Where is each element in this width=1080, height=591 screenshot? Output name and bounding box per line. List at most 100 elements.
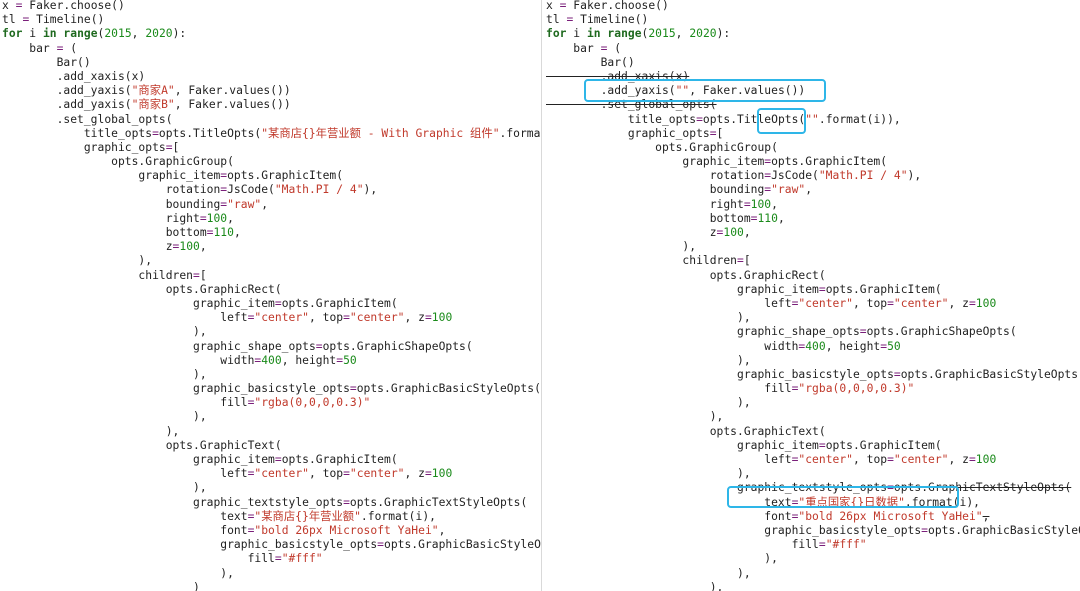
code-token: , top <box>852 453 888 466</box>
code-token: graphic_basicstyle_opts <box>546 367 894 381</box>
code-token: = <box>274 552 282 566</box>
code-line: font="bold 26px Microsoft YaHei", <box>2 524 541 538</box>
code-token: left <box>2 467 248 481</box>
code-token: 50 <box>887 339 901 353</box>
code-token: range <box>607 27 642 41</box>
code-line: bottom=110, <box>2 226 541 240</box>
code-token: graphic_basicstyle_opts <box>2 538 378 552</box>
code-token: , top <box>308 311 344 325</box>
code-line: graphic_basicstyle_opts=opts.GraphicBasi… <box>546 368 1080 382</box>
code-token: .set_global_opts( <box>546 98 717 112</box>
code-line: graphic_opts=[ <box>2 141 541 155</box>
code-token: ( <box>607 41 622 55</box>
code-token: Faker.choose() <box>566 0 669 12</box>
code-token: ), <box>2 410 207 424</box>
code-line: ) <box>2 580 541 591</box>
code-line: text="重点国家{}日数据".format(i), <box>546 496 1080 510</box>
code-token: ), <box>546 552 778 566</box>
code-line: graphic_item=opts.GraphicItem( <box>546 439 1080 453</box>
code-token: children <box>546 254 737 268</box>
code-line: ), <box>2 410 541 424</box>
code-token: "center" <box>349 311 405 325</box>
code-line: right=100, <box>546 198 1080 212</box>
code-token: = <box>968 453 976 466</box>
code-token: fill <box>546 538 819 552</box>
code-token: ), <box>546 580 724 591</box>
code-token: 2020 <box>145 27 173 41</box>
code-token: ), <box>546 240 697 254</box>
code-token: , top <box>852 296 888 310</box>
code-line: ), <box>2 566 541 581</box>
code-line: ), <box>546 410 1080 424</box>
code-token: x <box>546 0 560 12</box>
code-token: 100 <box>975 296 997 310</box>
code-token: , z <box>404 311 425 325</box>
code-token: , <box>199 240 207 254</box>
code-line: width=400, height=50 <box>546 340 1080 354</box>
code-token: = <box>274 453 282 466</box>
code-token: 2015 <box>648 27 676 41</box>
code-token: opts.TitleOpts( <box>158 126 262 140</box>
code-token: = <box>152 126 159 140</box>
code-token: [ <box>716 126 724 140</box>
code-token: .format(i), <box>360 509 436 523</box>
code-token: 110 <box>757 211 778 225</box>
code-token: "rgba(0,0,0,0.3)" <box>254 396 371 410</box>
code-line: ), <box>546 240 1080 254</box>
code-token: 100 <box>431 467 453 481</box>
code-line: opts.GraphicGroup( <box>2 155 541 169</box>
code-line: for i in range(2015, 2020): <box>546 27 1080 41</box>
code-token: , <box>261 197 269 211</box>
code-token: z <box>2 240 173 254</box>
code-token: = <box>743 197 751 211</box>
code-token: for <box>546 27 567 41</box>
code-token: .add_yaxis( <box>546 84 676 98</box>
code-line: graphic_opts=[ <box>546 127 1080 141</box>
code-line: ), <box>2 325 541 339</box>
code-token: .format(i)), <box>499 126 541 140</box>
code-token: opts.GraphicItem( <box>771 155 888 169</box>
code-line: fill="#fff" <box>2 552 541 566</box>
code-line: graphic_shape_opts=opts.GraphicShapeOpts… <box>2 340 541 354</box>
code-token: graphic_shape_opts <box>546 325 860 339</box>
code-token: = <box>343 311 350 325</box>
code-token: , z <box>948 296 969 310</box>
code-token: ), <box>546 467 751 481</box>
code-token: , <box>777 211 785 225</box>
code-token: 100 <box>179 240 200 254</box>
code-token: ), <box>2 481 207 495</box>
code-token: = <box>343 495 350 509</box>
code-token: .add_xaxis(x) <box>2 69 146 83</box>
code-token: ) <box>2 580 200 591</box>
code-token: range <box>63 27 98 41</box>
code-line: bounding="raw", <box>2 197 541 212</box>
code-token: "raw" <box>227 197 262 211</box>
code-token: for <box>2 27 23 41</box>
code-token: opts.GraphicText( <box>546 424 826 438</box>
code-token: = <box>377 538 384 552</box>
code-token: graphic_basicstyle_opts <box>2 382 350 396</box>
code-line: graphic_item=opts.GraphicItem( <box>546 155 1080 169</box>
code-token: , height <box>825 339 881 353</box>
code-line: .add_yaxis("商家A", Faker.values()) <box>2 84 541 98</box>
code-token: "raw" <box>771 183 806 197</box>
code-token: 100 <box>750 197 772 211</box>
code-token: ): <box>172 27 187 41</box>
code-token: "center" <box>254 467 309 481</box>
code-token: ), <box>2 566 234 580</box>
code-line: fill="rgba(0,0,0,0.3)" <box>2 396 541 410</box>
code-token: font <box>546 509 792 523</box>
code-token: = <box>424 467 432 481</box>
code-line: ), <box>546 567 1080 581</box>
code-token: "center" <box>254 311 309 325</box>
code-token: ), <box>2 424 180 438</box>
code-token: [ <box>199 268 207 282</box>
code-comparison-view: x = Faker.choose() tl = Timeline() for i i… <box>0 0 1080 591</box>
code-token: .add_yaxis( <box>2 84 132 98</box>
code-line: graphic_basicstyle_opts=opts.GraphicBasi… <box>546 524 1080 538</box>
code-token: Timeline() <box>573 13 649 27</box>
code-token: = <box>968 296 976 310</box>
code-token: "rgba(0,0,0,0.3)" <box>798 382 915 396</box>
code-line: children=[ <box>2 268 541 283</box>
code-token: 400 <box>261 353 282 367</box>
